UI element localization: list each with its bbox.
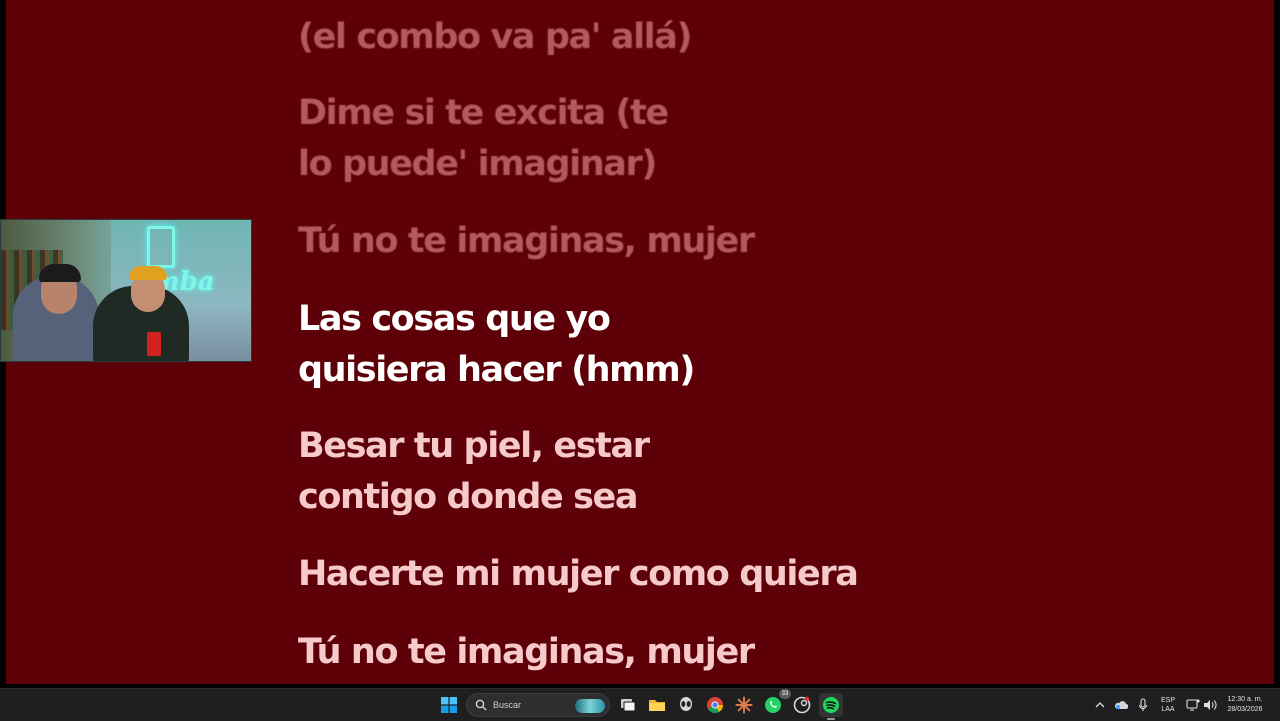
chrome-icon[interactable] [703,693,727,717]
search-placeholder: Buscar [493,700,522,710]
lyric-line-current[interactable]: Las cosas que yo quisiera hacer (hmm) [298,294,695,396]
spotify-icon[interactable] [819,693,843,720]
clock[interactable]: 12:30 a. m. 28/03/2026 [1222,689,1268,721]
alien-app-icon[interactable] [674,693,698,717]
windows-start-icon[interactable] [437,693,461,717]
steam-icon[interactable] [790,693,814,717]
network-icon[interactable] [1185,689,1201,721]
search-highlight-art [575,699,605,713]
webcam-overlay: ꟷmba [0,219,252,362]
onedrive-icon[interactable] [1113,689,1129,721]
lyric-line[interactable]: (el combo va pa' allá) [298,12,692,63]
taskbar: Buscar 33 ESP LAA 12:30 a. m. 28/03/2026 [0,688,1280,721]
task-view-icon[interactable] [616,693,640,717]
language-indicator[interactable]: ESP LAA [1156,689,1180,721]
lyric-line[interactable]: Hacerte mi mujer como quiera [298,549,859,600]
language-line2: LAA [1161,706,1175,713]
whatsapp-icon[interactable]: 33 [761,689,791,717]
show-hidden-icons-icon[interactable] [1092,689,1108,721]
lyric-line[interactable]: Besar tu piel, estar contigo donde sea [298,421,650,523]
taskbar-search-input[interactable]: Buscar [466,693,610,717]
volume-icon[interactable] [1202,689,1218,721]
webcam-person-right [93,266,189,361]
webcam-person-left [13,264,99,361]
language-line1: ESP [1160,697,1175,704]
clock-date: 28/03/2026 [1227,706,1263,713]
clock-time: 12:30 a. m. [1227,696,1263,703]
claude-icon[interactable] [732,693,756,717]
lyric-line[interactable]: Dime si te excita (te lo puede' imaginar… [298,88,669,190]
lyric-line[interactable]: Tú no te imaginas, mujer [298,627,755,678]
microphone-icon[interactable] [1135,689,1151,721]
webcam-mug [147,332,161,356]
lyric-line[interactable]: Tú no te imaginas, mujer [298,216,755,267]
search-icon [475,699,487,711]
file-explorer-icon[interactable] [645,693,669,717]
